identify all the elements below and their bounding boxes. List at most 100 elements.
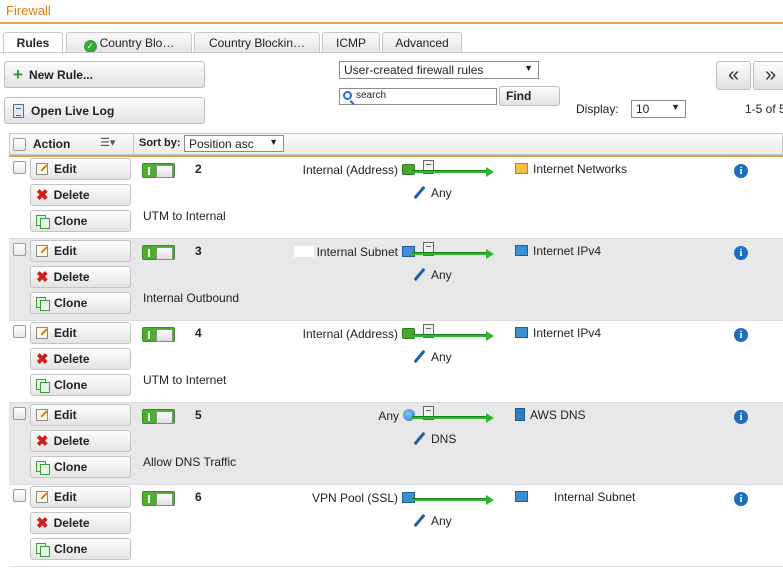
arrow-head-icon <box>486 167 494 177</box>
delete-button[interactable]: ✖ Delete <box>30 430 131 452</box>
rule-source-label: Any <box>378 409 399 423</box>
rule-source: VPN Pool (SSL) <box>312 491 415 505</box>
delete-button[interactable]: ✖ Delete <box>30 266 131 288</box>
clone-icon <box>36 297 50 311</box>
rule-comment: Allow DNS Traffic <box>143 455 237 469</box>
row-checkbox[interactable] <box>13 243 26 256</box>
edit-icon <box>36 409 48 421</box>
info-icon[interactable]: i <box>734 410 748 424</box>
info-icon[interactable]: i <box>734 328 748 342</box>
tab-country-blocking[interactable]: ✓ Country Blo… <box>66 32 192 53</box>
tab-label: Country Blo… <box>99 36 175 50</box>
clone-icon <box>36 215 50 229</box>
find-button[interactable]: Find <box>499 86 560 106</box>
open-live-log-button[interactable]: Open Live Log <box>4 97 205 124</box>
display-select[interactable]: 10 ▼ <box>631 100 686 118</box>
tab-label: Rules <box>16 36 50 50</box>
clone-button[interactable]: Clone <box>30 292 131 314</box>
edit-button[interactable]: Edit <box>30 240 131 262</box>
new-rule-label: New Rule... <box>28 67 93 82</box>
tab-rules[interactable]: Rules <box>3 32 63 54</box>
server-icon <box>515 408 525 421</box>
tab-country-blocking-exceptions[interactable]: Country Blockin… <box>194 32 320 53</box>
rule-service: Any <box>413 350 452 364</box>
edit-button[interactable]: Edit <box>30 404 131 426</box>
edit-button[interactable]: Edit <box>30 322 131 344</box>
enable-toggle[interactable] <box>142 163 175 178</box>
rule-destination: Internal Subnet <box>515 490 635 504</box>
log-icon <box>13 103 24 118</box>
info-icon[interactable]: i <box>734 492 748 506</box>
rule-service: Any <box>413 268 452 282</box>
clone-icon <box>36 379 50 393</box>
enable-toggle[interactable] <box>142 245 175 260</box>
direction-arrow <box>412 334 488 337</box>
redaction-mark <box>293 246 314 257</box>
rule-service-label: Any <box>431 268 452 282</box>
next-page-button[interactable]: » <box>753 61 783 90</box>
window-title: Firewall <box>6 3 51 18</box>
row-checkbox[interactable] <box>13 489 26 502</box>
select-all-checkbox[interactable] <box>13 138 26 151</box>
wrench-icon <box>413 350 426 363</box>
rule-position: 5 <box>195 408 202 422</box>
clone-icon <box>36 461 50 475</box>
action-header: Action <box>33 137 71 151</box>
rule-destination-label: Internet IPv4 <box>533 244 602 258</box>
first-page-button[interactable]: « <box>716 61 751 90</box>
rule-destination-label: Internal Subnet <box>554 490 636 504</box>
delete-button[interactable]: ✖ Delete <box>30 512 131 534</box>
delete-button[interactable]: ✖ Delete <box>30 184 131 206</box>
enable-toggle[interactable] <box>142 327 175 342</box>
network-icon <box>515 327 528 338</box>
clone-button[interactable]: Clone <box>30 538 131 560</box>
tab-advanced[interactable]: Advanced <box>382 32 462 53</box>
edit-label: Edit <box>54 326 77 340</box>
rule-source: Internal (Address) <box>303 163 415 177</box>
arrow-head-icon <box>486 249 494 259</box>
row-checkbox[interactable] <box>13 325 26 338</box>
clone-label: Clone <box>54 296 88 310</box>
search-input[interactable]: search <box>339 88 497 105</box>
rule-comment: UTM to Internet <box>143 373 227 387</box>
clone-button[interactable]: Clone <box>30 374 131 396</box>
enable-toggle[interactable] <box>142 409 175 424</box>
tab-icmp[interactable]: ICMP <box>322 32 380 53</box>
row-checkbox[interactable] <box>13 161 26 174</box>
clone-button[interactable]: Clone <box>30 456 131 478</box>
table-row: Edit ✖ Delete Clone 4 Internal (Address) … <box>9 321 783 403</box>
edit-button[interactable]: Edit <box>30 158 131 180</box>
rule-destination-label: Internet IPv4 <box>533 326 602 340</box>
rule-destination: AWS DNS <box>515 408 586 422</box>
direction-arrow <box>412 170 488 173</box>
sort-value: Position asc <box>189 137 254 151</box>
enable-toggle[interactable] <box>142 491 175 506</box>
column-menu-icon[interactable]: ☰▾ <box>100 136 115 149</box>
rule-service: Any <box>413 186 452 200</box>
edit-icon <box>36 245 48 257</box>
display-label: Display: <box>576 102 619 116</box>
tab-divider <box>0 52 783 53</box>
rule-filter-select[interactable]: User-created firewall rules ▼ <box>339 61 539 79</box>
network-group-icon <box>515 163 528 174</box>
edit-button[interactable]: Edit <box>30 486 131 508</box>
info-icon[interactable]: i <box>734 164 748 178</box>
new-rule-button[interactable]: + New Rule... <box>4 61 205 88</box>
sort-select[interactable]: Position asc ▼ <box>184 135 284 152</box>
redaction-mark <box>531 491 551 502</box>
rule-source: Internal Subnet <box>293 245 415 259</box>
arrow-head-icon <box>486 495 494 505</box>
clone-label: Clone <box>54 378 88 392</box>
delete-button[interactable]: ✖ Delete <box>30 348 131 370</box>
rule-source-label: Internal Subnet <box>316 245 398 259</box>
row-checkbox[interactable] <box>13 407 26 420</box>
info-icon[interactable]: i <box>734 246 748 260</box>
rule-source-label: Internal (Address) <box>302 163 398 177</box>
clone-button[interactable]: Clone <box>30 210 131 232</box>
chevron-down-icon: ▼ <box>671 102 680 112</box>
table-header: Action ☰▾ Sort by: Position asc ▼ <box>9 133 783 155</box>
clone-label: Clone <box>54 542 88 556</box>
edit-icon <box>36 327 48 339</box>
globe-icon <box>403 409 415 421</box>
edit-icon <box>36 163 48 175</box>
